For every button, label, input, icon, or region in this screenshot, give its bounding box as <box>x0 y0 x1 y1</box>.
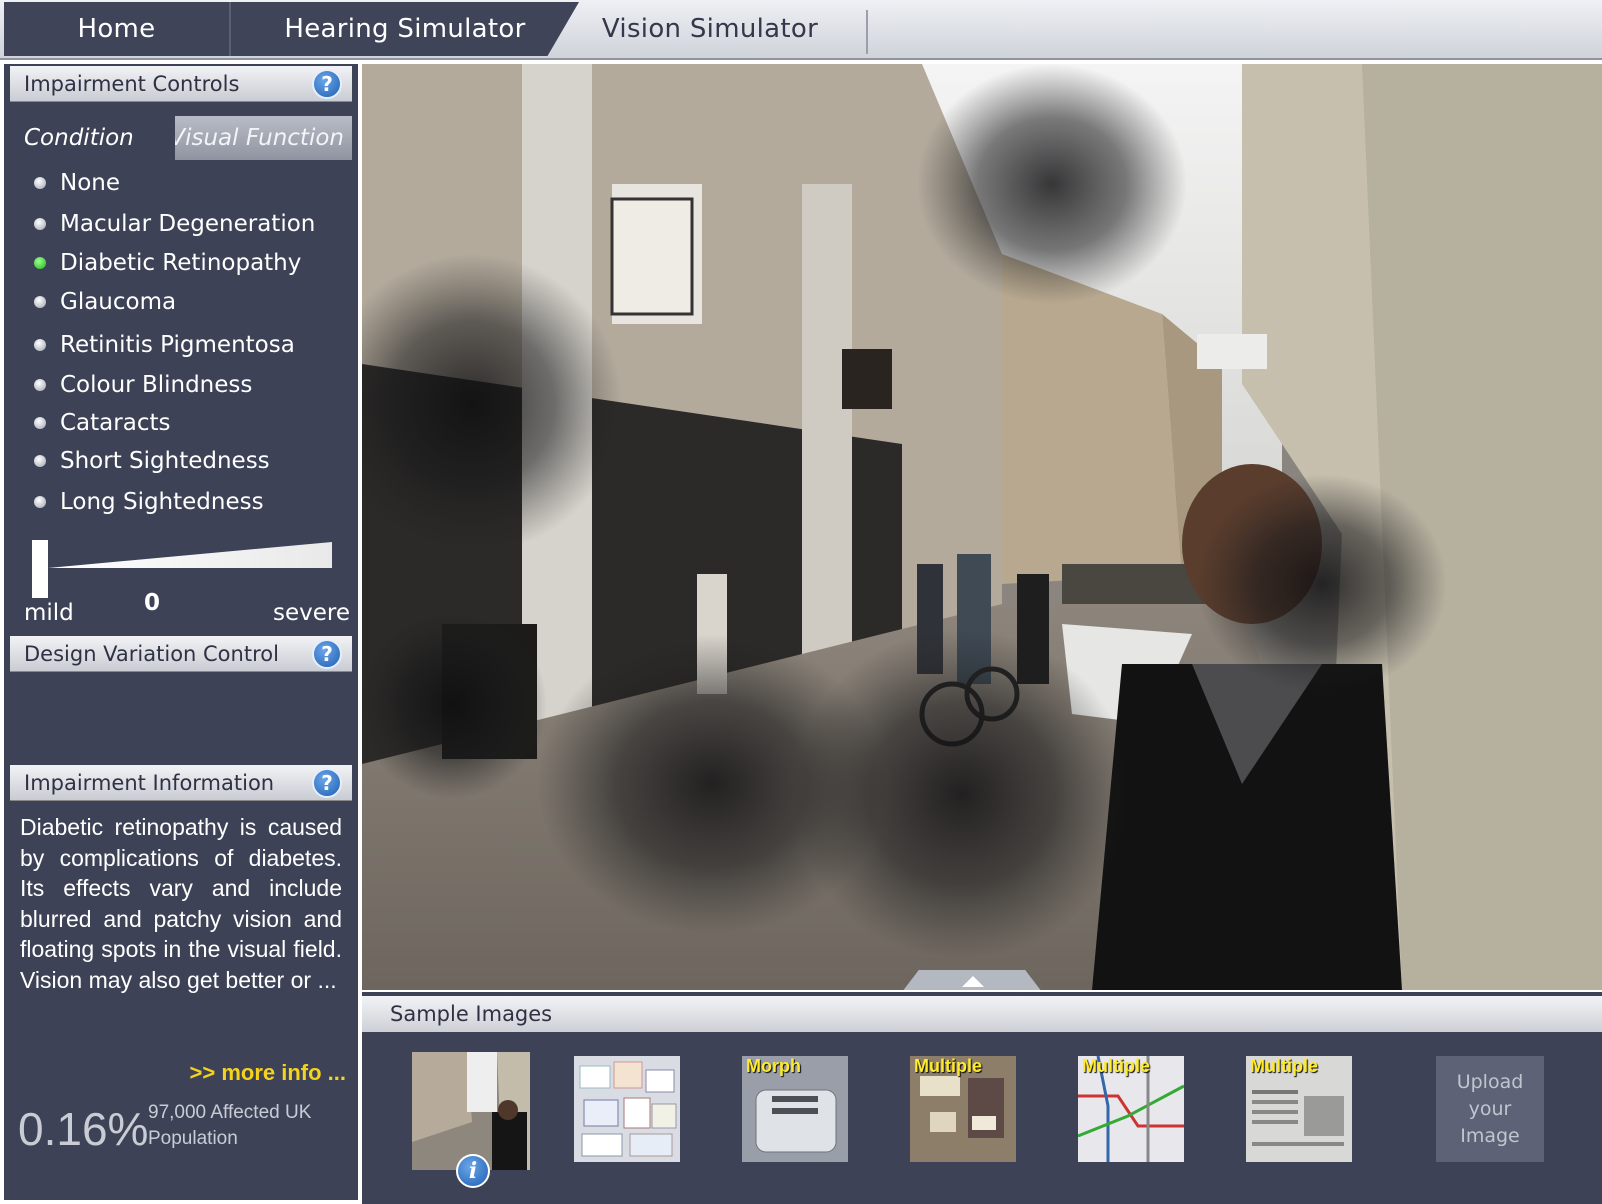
severity-max-label: severe <box>273 600 350 626</box>
help-icon[interactable]: ? <box>312 768 342 798</box>
radio-dot[interactable] <box>34 379 46 391</box>
simulated-view-image <box>362 64 1602 990</box>
impairment-controls-title: Impairment Controls <box>24 71 240 96</box>
condition-label: Long Sightedness <box>60 489 264 515</box>
condition-label: Short Sightedness <box>60 448 270 474</box>
sample-thumbnail-newspaper[interactable]: Multiple <box>1246 1056 1352 1162</box>
condition-label: Glaucoma <box>60 289 177 315</box>
multiple-label: Multiple <box>1082 1056 1150 1076</box>
left-panel: Impairment Controls ? Visual Function Co… <box>4 64 358 1200</box>
multiple-label: Multiple <box>914 1056 982 1076</box>
sample-thumbnail-transit-map[interactable]: Multiple <box>1078 1056 1184 1162</box>
severity-slider-handle[interactable] <box>32 540 48 598</box>
design-variation-header: Design Variation Control ? <box>10 636 352 672</box>
sample-thumbnail-medicine[interactable] <box>574 1056 680 1162</box>
condition-option-cataracts[interactable]: Cataracts <box>34 410 170 436</box>
impairment-information-header: Impairment Information ? <box>10 765 352 801</box>
radio-dot[interactable] <box>34 455 46 467</box>
severity-slider-track[interactable] <box>48 542 332 568</box>
radio-dot[interactable] <box>34 296 46 308</box>
help-icon[interactable]: ? <box>312 639 342 669</box>
street-scene-image <box>362 64 1602 990</box>
condition-label: Cataracts <box>60 410 171 436</box>
condition-label: Macular Degeneration <box>60 211 316 237</box>
medicine-packets-icon <box>574 1056 680 1162</box>
condition-option-colour-blindness[interactable]: Colour Blindness <box>34 372 252 398</box>
affected-population-caption: 97,000 Affected UK Population <box>148 1102 312 1149</box>
sample-images-panel: Sample Images Morph Multiple Multiple Mu… <box>362 992 1602 1204</box>
chevron-up-icon <box>962 976 984 987</box>
condition-option-macular-degeneration[interactable]: Macular Degeneration <box>34 211 315 237</box>
street-scene-icon <box>412 1052 530 1170</box>
sample-images-header: Sample Images <box>362 996 1602 1032</box>
radio-dot-selected[interactable] <box>34 257 46 269</box>
tab-home[interactable]: Home <box>4 2 229 56</box>
radio-dot[interactable] <box>34 496 46 508</box>
design-variation-title: Design Variation Control <box>24 641 279 666</box>
sample-thumbnail-control-panel[interactable]: Multiple <box>910 1056 1016 1162</box>
nav-divider <box>866 10 868 54</box>
tab-hearing-simulator[interactable]: Hearing Simulator <box>229 2 579 56</box>
condition-option-retinitis-pigmentosa[interactable]: Retinitis Pigmentosa <box>34 332 295 358</box>
top-navigation: Home Hearing Simulator Vision Simulator <box>0 0 1602 60</box>
radio-dot[interactable] <box>34 339 46 351</box>
condition-subtabs: Visual Function Condition <box>10 116 352 160</box>
affected-percentage: 0.16% <box>18 1103 149 1155</box>
condition-option-diabetic-retinopathy[interactable]: Diabetic Retinopathy <box>34 250 301 276</box>
tab-visual-function[interactable]: Visual Function <box>150 116 352 160</box>
condition-label: Retinitis Pigmentosa <box>60 332 295 358</box>
radio-dot[interactable] <box>34 177 46 189</box>
more-info-link[interactable]: >> more info ... <box>190 1060 346 1086</box>
condition-option-short-sightedness[interactable]: Short Sightedness <box>34 448 270 474</box>
impairment-description: Diabetic retinopathy is caused by compli… <box>20 814 342 993</box>
upload-image-button[interactable]: Upload your Image <box>1436 1056 1544 1162</box>
multiple-label: Multiple <box>1250 1056 1318 1076</box>
info-icon[interactable]: i <box>456 1154 490 1188</box>
severity-min-label: mild <box>24 600 74 626</box>
condition-label: Colour Blindness <box>60 372 253 398</box>
tab-condition[interactable]: Condition <box>10 116 175 160</box>
morph-label: Morph <box>746 1056 801 1076</box>
tab-vision-simulator[interactable]: Vision Simulator <box>560 2 860 56</box>
sample-thumbnail-street[interactable] <box>412 1052 530 1170</box>
radio-dot[interactable] <box>34 417 46 429</box>
radio-dot[interactable] <box>34 218 46 230</box>
condition-option-long-sightedness[interactable]: Long Sightedness <box>34 489 264 515</box>
severity-value: 0 <box>144 590 161 616</box>
condition-label: None <box>60 170 121 196</box>
impairment-information-title: Impairment Information <box>24 770 275 795</box>
help-icon[interactable]: ? <box>312 69 342 99</box>
sample-thumbnail-toaster[interactable]: Morph <box>742 1056 848 1162</box>
condition-label: Diabetic Retinopathy <box>60 250 302 276</box>
collapse-samples-toggle[interactable] <box>902 970 1042 990</box>
impairment-controls-header: Impairment Controls ? <box>10 66 352 102</box>
condition-option-glaucoma[interactable]: Glaucoma <box>34 289 176 315</box>
condition-option-none[interactable]: None <box>34 170 120 196</box>
